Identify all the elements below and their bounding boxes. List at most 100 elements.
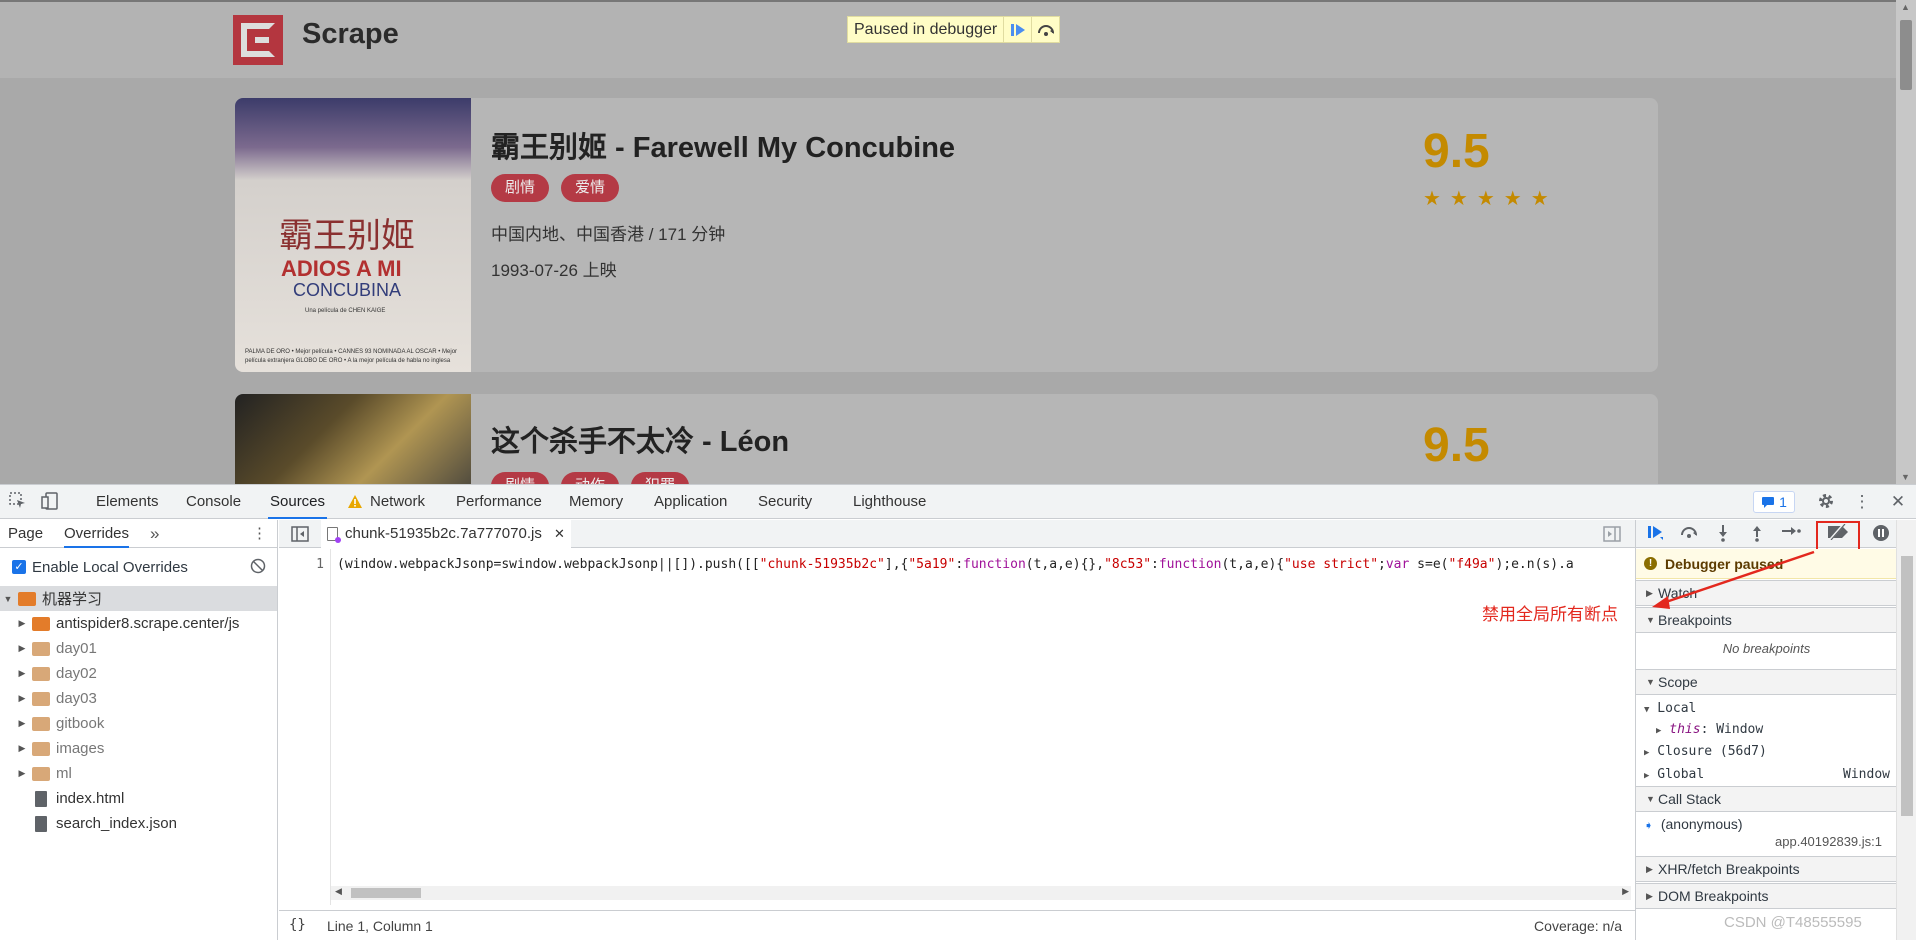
- checkbox-checked-icon[interactable]: ✓: [12, 560, 26, 574]
- tab-application[interactable]: Application: [654, 485, 727, 519]
- clear-overrides-icon[interactable]: [250, 558, 266, 578]
- tab-network[interactable]: Network: [370, 485, 425, 519]
- expanded-triangle-icon[interactable]: ▼: [2, 594, 14, 604]
- more-options-icon[interactable]: ⋮: [1852, 492, 1872, 512]
- call-frame-location[interactable]: app.40192839.js:1: [1636, 834, 1882, 849]
- tab-memory[interactable]: Memory: [569, 485, 623, 519]
- expanded-triangle-icon[interactable]: ▼: [1646, 794, 1658, 804]
- step-into-icon[interactable]: [1712, 524, 1734, 544]
- genre-tag[interactable]: 动作: [561, 472, 620, 484]
- step-over-icon[interactable]: [1031, 17, 1059, 42]
- scope-global[interactable]: ▶ Global Window: [1644, 767, 1890, 782]
- resume-icon[interactable]: [1644, 524, 1666, 544]
- expanded-triangle-icon[interactable]: ▼: [1646, 615, 1658, 625]
- scope-this[interactable]: ▶ this: Window: [1656, 722, 1916, 737]
- more-tabs-icon[interactable]: »: [150, 520, 159, 548]
- tree-item-label: search_index.json: [56, 815, 177, 832]
- tab-sources[interactable]: Sources: [268, 485, 328, 519]
- collapsed-triangle-icon[interactable]: ▶: [16, 743, 28, 754]
- debugger-scrollbar[interactable]: [1896, 520, 1916, 940]
- code-line[interactable]: (window.webpackJsonp=swindow.webpackJson…: [337, 557, 1627, 572]
- movie-title[interactable]: 这个杀手不太冷 - Léon: [491, 418, 789, 460]
- tab-performance[interactable]: Performance: [456, 485, 542, 519]
- page-viewport: Scrape Paused in debugger 霸王别姬 ADIOS A M…: [0, 0, 1916, 484]
- expanded-triangle-icon[interactable]: ▼: [1646, 677, 1658, 687]
- movie-card[interactable]: 这个杀手不太冷 - Léon 剧情 动作 犯罪 9.5: [235, 394, 1658, 484]
- editor-horizontal-scrollbar[interactable]: ◀ ▶: [331, 886, 1631, 900]
- tree-folder-item[interactable]: ▶ day01: [0, 636, 277, 661]
- collapsed-triangle-icon[interactable]: ▶: [1646, 864, 1658, 875]
- xhr-breakpoints-section-header[interactable]: ▶ XHR/fetch Breakpoints: [1636, 856, 1897, 882]
- genre-tag[interactable]: 剧情: [491, 174, 550, 202]
- navigator-menu-icon[interactable]: ⋮: [252, 520, 267, 548]
- issues-badge[interactable]: 1: [1753, 491, 1795, 513]
- tree-folder-item[interactable]: ▶ antispider8.scrape.center/js: [0, 611, 277, 636]
- collapsed-triangle-icon[interactable]: ▶: [1646, 588, 1658, 599]
- collapsed-triangle-icon[interactable]: ▶: [16, 668, 28, 679]
- coverage-status: Coverage: n/a: [1534, 918, 1622, 934]
- collapsed-triangle-icon[interactable]: ▶: [16, 768, 28, 779]
- scroll-left-arrow-icon[interactable]: ◀: [335, 886, 342, 897]
- genre-tag[interactable]: 犯罪: [631, 472, 690, 484]
- code-token: (t,a,e){},: [1025, 557, 1105, 572]
- step-over-icon[interactable]: [1678, 524, 1700, 544]
- tree-folder-item[interactable]: ▶ day02: [0, 661, 277, 686]
- tree-file-item[interactable]: index.html: [0, 786, 277, 811]
- folder-icon: [18, 591, 36, 606]
- overrides-tree: ▼ 机器学习 ▶ antispider8.scrape.center/js ▶ day…: [0, 586, 277, 836]
- enable-local-overrides[interactable]: ✓ Enable Local Overrides: [12, 556, 188, 578]
- step-out-icon[interactable]: [1746, 524, 1768, 544]
- call-frame[interactable]: ➧ (anonymous): [1644, 816, 1905, 832]
- tree-root-folder[interactable]: ▼ 机器学习: [0, 586, 277, 611]
- inspect-element-icon[interactable]: [8, 492, 28, 512]
- movie-title[interactable]: 霸王别姬 - Farewell My Concubine: [491, 124, 955, 166]
- tab-page[interactable]: Page: [8, 520, 43, 548]
- pretty-print-button[interactable]: {}: [289, 917, 306, 933]
- tab-console[interactable]: Console: [186, 485, 241, 519]
- genre-tag[interactable]: 剧情: [491, 472, 550, 484]
- movie-poster[interactable]: [235, 394, 471, 484]
- close-devtools-icon[interactable]: ✕: [1888, 492, 1908, 512]
- paused-in-debugger-banner: Paused in debugger: [847, 16, 1061, 43]
- toggle-debugger-sidebar-icon[interactable]: [1603, 526, 1621, 546]
- tab-lighthouse[interactable]: Lighthouse: [853, 485, 926, 519]
- tab-overrides[interactable]: Overrides: [64, 520, 130, 548]
- line-number[interactable]: 1: [316, 557, 324, 572]
- step-icon[interactable]: [1780, 524, 1802, 544]
- breakpoints-section-header[interactable]: ▼ Breakpoints: [1636, 607, 1897, 633]
- collapsed-triangle-icon[interactable]: ▶: [16, 643, 28, 654]
- tree-file-item[interactable]: search_index.json: [0, 811, 277, 836]
- collapsed-triangle-icon[interactable]: ▶: [16, 618, 28, 629]
- section-title: Breakpoints: [1658, 612, 1732, 628]
- collapsed-triangle-icon[interactable]: ▶: [16, 693, 28, 704]
- pause-on-exceptions-icon[interactable]: [1870, 524, 1892, 544]
- site-logo[interactable]: [233, 15, 283, 65]
- device-toolbar-icon[interactable]: [40, 492, 60, 512]
- settings-gear-icon[interactable]: [1816, 492, 1836, 512]
- collapsed-triangle-icon[interactable]: ▶: [1646, 891, 1658, 902]
- tree-folder-item[interactable]: ▶ images: [0, 736, 277, 761]
- close-tab-icon[interactable]: ✕: [554, 526, 565, 541]
- open-file-tab[interactable]: chunk-51935b2c.7a777070.js ✕: [321, 520, 571, 548]
- resume-icon[interactable]: [1003, 17, 1031, 42]
- site-title[interactable]: Scrape: [302, 18, 399, 51]
- movie-poster[interactable]: 霸王别姬 ADIOS A MI CONCUBINA Una película d…: [235, 98, 471, 372]
- scope-section-header[interactable]: ▼ Scope: [1636, 669, 1897, 695]
- toggle-navigator-icon[interactable]: [291, 526, 309, 546]
- tree-folder-item[interactable]: ▶ day03: [0, 686, 277, 711]
- scope-closure[interactable]: ▶ Closure (56d7): [1644, 744, 1905, 759]
- dom-breakpoints-section-header[interactable]: ▶ DOM Breakpoints: [1636, 883, 1897, 909]
- tab-security[interactable]: Security: [758, 485, 812, 519]
- tree-folder-item[interactable]: ▶ gitbook: [0, 711, 277, 736]
- collapsed-triangle-icon[interactable]: ▶: [16, 718, 28, 729]
- page-scrollbar[interactable]: ▲ ▼: [1896, 0, 1916, 484]
- devtools-panel: Elements Console Sources Network Perform…: [0, 484, 1916, 940]
- scope-local[interactable]: ▼ Local: [1644, 701, 1905, 716]
- genre-tag[interactable]: 爱情: [561, 174, 620, 202]
- movie-card[interactable]: 霸王别姬 ADIOS A MI CONCUBINA Una película d…: [235, 98, 1658, 372]
- tab-elements[interactable]: Elements: [96, 485, 159, 519]
- call-stack-section-header[interactable]: ▼ Call Stack: [1636, 786, 1897, 812]
- scroll-right-arrow-icon[interactable]: ▶: [1622, 886, 1629, 897]
- watch-section-header[interactable]: ▶ Watch: [1636, 580, 1897, 606]
- tree-folder-item[interactable]: ▶ ml: [0, 761, 277, 786]
